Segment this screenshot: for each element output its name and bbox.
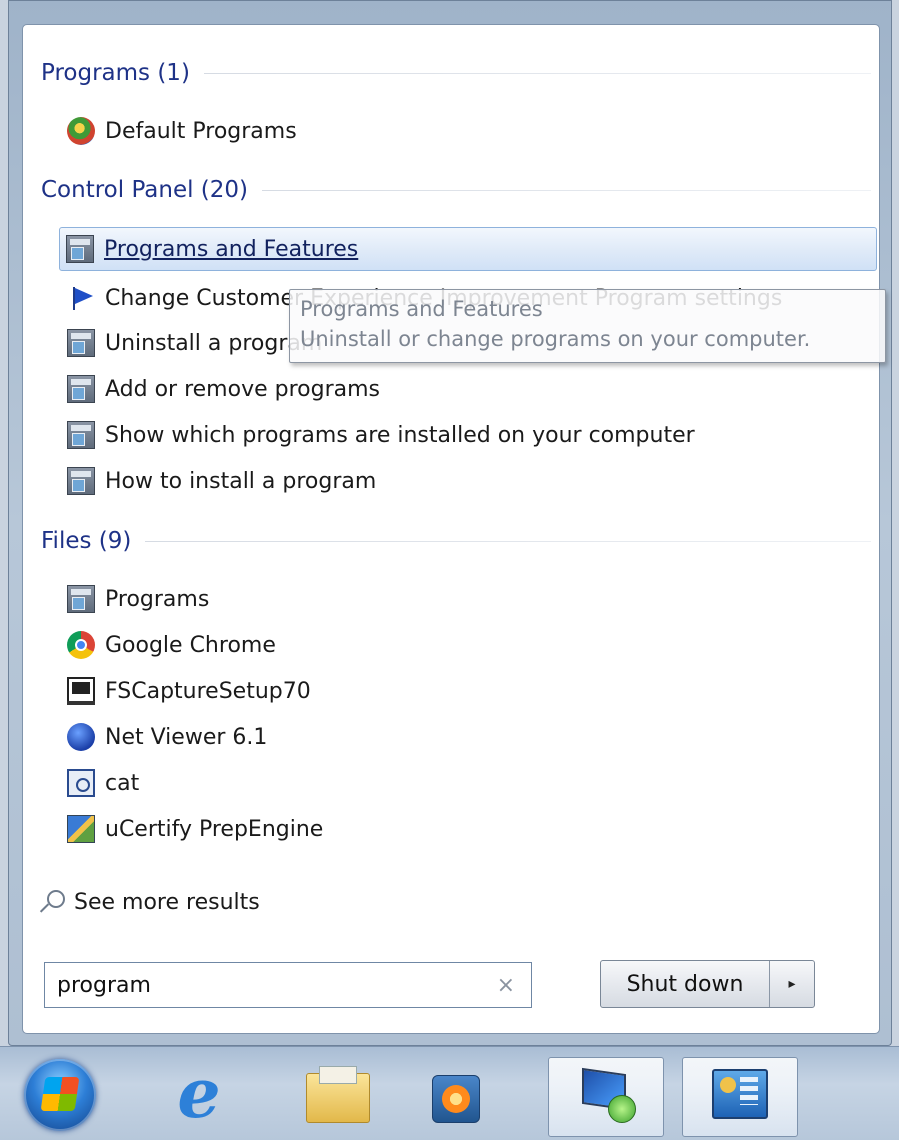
chrome-icon — [67, 631, 95, 659]
result-label: cat — [105, 770, 140, 796]
result-file-ucertify[interactable]: uCertify PrepEngine — [61, 808, 323, 850]
result-file-fscapturesetup70[interactable]: FSCaptureSetup70 — [61, 670, 311, 712]
tooltip-programs-and-features: Programs and Features Uninstall or chang… — [289, 289, 886, 363]
result-file-cat[interactable]: cat — [61, 762, 139, 804]
magnifier-icon — [38, 889, 65, 915]
result-file-google-chrome[interactable]: Google Chrome — [61, 624, 276, 666]
cat-file-icon — [67, 769, 95, 797]
group-divider — [145, 540, 871, 542]
group-header-programs: Programs (1) — [41, 55, 871, 91]
result-show-installed-programs[interactable]: Show which programs are installed on you… — [61, 414, 695, 456]
result-label: Add or remove programs — [105, 376, 380, 402]
result-default-programs[interactable]: Default Programs — [61, 110, 297, 152]
group-divider — [262, 189, 871, 191]
default-programs-icon — [67, 117, 95, 145]
group-divider — [203, 72, 871, 74]
taskbar: e — [0, 1046, 899, 1140]
result-label: Programs and Features — [104, 236, 359, 262]
see-more-results-link[interactable]: See more results — [38, 884, 260, 920]
result-programs-and-features[interactable]: Programs and Features — [59, 227, 877, 271]
clear-search-icon[interactable]: × — [493, 973, 519, 998]
result-label: How to install a program — [105, 468, 377, 494]
group-header-files: Files (9) — [41, 523, 871, 559]
control-panel-icon — [67, 467, 95, 495]
result-label: Default Programs — [105, 118, 297, 144]
result-how-to-install[interactable]: How to install a program — [61, 460, 376, 502]
tooltip-title: Programs and Features — [300, 297, 543, 321]
start-menu: Programs (1) Default Programs Control Pa… — [8, 0, 892, 1046]
control-panel-icon — [67, 329, 95, 357]
media-player-icon[interactable] — [432, 1075, 480, 1123]
control-panel-icon — [66, 235, 94, 263]
tooltip-description: Uninstall or change programs on your com… — [300, 327, 811, 351]
group-header-control-panel: Control Panel (20) — [41, 172, 871, 208]
group-title-control-panel: Control Panel (20) — [41, 177, 249, 203]
control-panel-icon — [67, 421, 95, 449]
file-explorer-icon[interactable] — [306, 1066, 370, 1123]
start-button[interactable] — [24, 1059, 96, 1131]
see-more-label: See more results — [74, 889, 260, 915]
group-title-files: Files (9) — [41, 528, 132, 554]
result-label: Google Chrome — [105, 632, 276, 658]
shutdown-button[interactable]: Shut down — [601, 961, 770, 1007]
group-title-programs: Programs (1) — [41, 60, 190, 86]
ucertify-icon — [67, 815, 95, 843]
result-label: Programs — [105, 586, 210, 612]
installer-icon — [67, 677, 95, 705]
internet-explorer-icon[interactable]: e — [167, 1060, 231, 1128]
net-viewer-icon — [67, 723, 95, 751]
result-file-programs[interactable]: Programs — [61, 578, 209, 620]
result-label: uCertify PrepEngine — [105, 816, 324, 842]
result-label: Show which programs are installed on you… — [105, 422, 695, 448]
result-label: FSCaptureSetup70 — [105, 678, 311, 704]
control-panel-icon — [67, 375, 95, 403]
windows-logo-icon — [40, 1077, 80, 1111]
control-panel-icon — [67, 585, 95, 613]
shutdown-options-arrow-icon[interactable]: ▸ — [770, 961, 814, 1007]
result-uninstall-a-program[interactable]: Uninstall a program — [61, 322, 322, 364]
control-panel-icon — [712, 1069, 768, 1119]
search-input[interactable]: program × — [44, 962, 532, 1008]
result-add-or-remove-programs[interactable]: Add or remove programs — [61, 368, 380, 410]
flag-icon — [67, 284, 95, 312]
result-file-net-viewer[interactable]: Net Viewer 6.1 — [61, 716, 267, 758]
shutdown-split-button: Shut down ▸ — [600, 960, 815, 1008]
search-input-value: program — [57, 972, 151, 998]
remote-desktop-icon — [578, 1069, 640, 1125]
result-label: Net Viewer 6.1 — [105, 724, 268, 750]
search-results-pane: Programs (1) Default Programs Control Pa… — [22, 24, 880, 1034]
